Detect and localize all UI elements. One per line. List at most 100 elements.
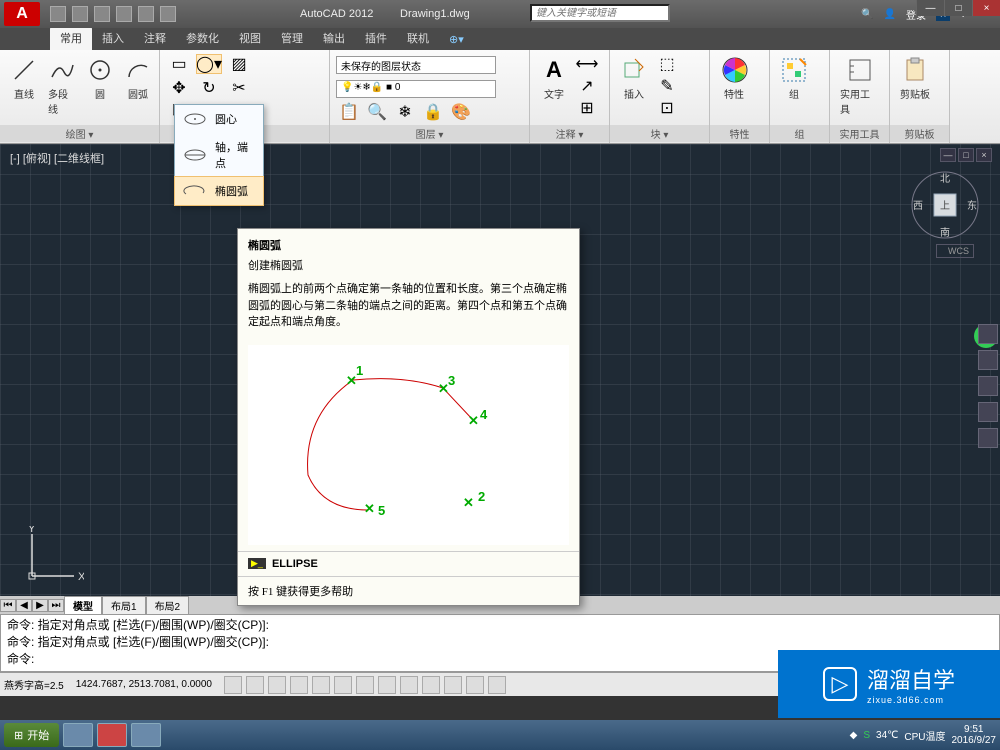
layer-match-icon[interactable]: 🎨 — [448, 102, 474, 122]
dyn-toggle[interactable] — [400, 676, 418, 694]
tab-output[interactable]: 输出 — [313, 26, 355, 50]
utilities-button[interactable]: 实用工具 — [836, 54, 883, 118]
layout-first-icon[interactable]: ⏮ — [0, 599, 16, 612]
tray-icon-2[interactable]: S — [863, 730, 870, 741]
vp-close-icon[interactable]: × — [976, 148, 992, 162]
layer-freeze-icon[interactable]: ❄ — [392, 102, 418, 122]
properties-button[interactable]: 特性 — [716, 54, 752, 103]
infocenter-icon[interactable]: 🔍 — [861, 9, 873, 20]
circle-button[interactable]: 圆 — [82, 54, 118, 103]
osnap-toggle[interactable] — [312, 676, 330, 694]
tab-annotate[interactable]: 注释 — [134, 26, 176, 50]
nav-zoom-icon[interactable] — [978, 376, 998, 396]
svg-text:4: 4 — [480, 407, 488, 422]
text-button[interactable]: A 文字 — [536, 54, 572, 103]
qat-new-icon[interactable] — [50, 6, 66, 22]
tab-view[interactable]: 视图 — [229, 26, 271, 50]
dropdown-item-axis[interactable]: 轴，端点 — [175, 133, 263, 177]
vp-minimize-icon[interactable]: — — [940, 148, 956, 162]
nav-pan-icon[interactable] — [978, 350, 998, 370]
move-icon[interactable]: ✥ — [166, 78, 192, 98]
task-autocad[interactable] — [97, 723, 127, 747]
table-icon[interactable]: ⊞ — [574, 98, 600, 118]
layer-prop-icon[interactable]: 📋 — [336, 102, 362, 122]
group-button[interactable]: 组 — [776, 54, 812, 103]
layer-lock-icon[interactable]: 🔒 — [420, 102, 446, 122]
edit-block-icon[interactable]: ✎ — [654, 76, 680, 96]
close-button[interactable]: × — [972, 0, 1000, 16]
ribbon-group-clipboard: 剪贴板 剪贴板 — [890, 50, 950, 143]
qat-save-icon[interactable] — [94, 6, 110, 22]
layout-tab-model[interactable]: 模型 — [64, 596, 102, 615]
rotate-icon[interactable]: ↻ — [196, 78, 222, 98]
layout-prev-icon[interactable]: ◀ — [16, 599, 32, 612]
tab-manage[interactable]: 管理 — [271, 26, 313, 50]
qat-print-icon[interactable] — [160, 6, 176, 22]
dropdown-item-center[interactable]: 圆心 — [175, 105, 263, 133]
nav-wheel-icon[interactable] — [978, 324, 998, 344]
layout-last-icon[interactable]: ⏭ — [48, 599, 64, 612]
3dosnap-toggle[interactable] — [334, 676, 352, 694]
dim-linear-icon[interactable]: ⟷ — [574, 54, 600, 74]
group-title-layer[interactable]: 图层 ▾ — [330, 125, 529, 142]
lwt-toggle[interactable] — [422, 676, 440, 694]
polyline-button[interactable]: 多段线 — [44, 54, 80, 118]
sc-toggle[interactable] — [488, 676, 506, 694]
line-button[interactable]: 直线 — [6, 54, 42, 103]
task-explorer[interactable] — [63, 723, 93, 747]
tab-plugins[interactable]: 插件 — [355, 26, 397, 50]
hatch-icon[interactable]: ▨ — [226, 54, 252, 74]
dropdown-item-arc[interactable]: 椭圆弧 — [174, 176, 264, 206]
polar-toggle[interactable] — [290, 676, 308, 694]
insert-button[interactable]: 插入 — [616, 54, 652, 103]
viewport-controls: — □ × — [940, 148, 992, 162]
layer-state-combo[interactable]: 未保存的图层状态 — [336, 56, 496, 74]
otrack-toggle[interactable] — [356, 676, 374, 694]
vp-maximize-icon[interactable]: □ — [958, 148, 974, 162]
tab-insert[interactable]: 插入 — [92, 26, 134, 50]
tab-home[interactable]: 常用 — [50, 26, 92, 50]
wcs-label[interactable]: WCS — [936, 244, 974, 258]
tab-parametric[interactable]: 参数化 — [176, 26, 229, 50]
tray-icon-1[interactable]: ◆ — [850, 730, 858, 741]
current-layer-combo[interactable]: 💡☀❄🔒 ■ 0 — [336, 80, 496, 98]
ellipse-arc-icon — [183, 183, 207, 199]
viewport-label[interactable]: [-] [俯视] [二维线框] — [10, 150, 104, 166]
qat-redo-icon[interactable] — [138, 6, 154, 22]
arc-button[interactable]: 圆弧 — [120, 54, 156, 103]
attr-block-icon[interactable]: ⊡ — [654, 98, 680, 118]
qp-toggle[interactable] — [466, 676, 484, 694]
layer-iso-icon[interactable]: 🔍 — [364, 102, 390, 122]
ellipse-dropdown-button[interactable]: ◯▾ — [196, 54, 222, 74]
grid-toggle[interactable] — [246, 676, 264, 694]
task-paint[interactable] — [131, 723, 161, 747]
layout-tab-1[interactable]: 布局1 — [102, 596, 146, 615]
group-title-draw[interactable]: 绘图 ▾ — [0, 125, 159, 142]
layout-tab-2[interactable]: 布局2 — [146, 596, 190, 615]
minimize-button[interactable]: — — [916, 0, 944, 16]
group-title-block[interactable]: 块 ▾ — [610, 125, 709, 142]
create-block-icon[interactable]: ⬚ — [654, 54, 680, 74]
start-button[interactable]: ⊞ 开始 — [4, 723, 59, 747]
snap-toggle[interactable] — [224, 676, 242, 694]
qat-undo-icon[interactable] — [116, 6, 132, 22]
nav-showmotion-icon[interactable] — [978, 428, 998, 448]
view-cube[interactable]: 北 南 东 西 上 WCS — [910, 170, 980, 240]
clipboard-button[interactable]: 剪贴板 — [896, 54, 934, 103]
trim-icon[interactable]: ✂ — [226, 78, 252, 98]
maximize-button[interactable]: □ — [944, 0, 972, 16]
ducs-toggle[interactable] — [378, 676, 396, 694]
rect-icon[interactable]: ▭ — [166, 54, 192, 74]
tpy-toggle[interactable] — [444, 676, 462, 694]
nav-orbit-icon[interactable] — [978, 402, 998, 422]
layout-next-icon[interactable]: ▶ — [32, 599, 48, 612]
search-input[interactable] — [530, 4, 670, 22]
tab-online[interactable]: 联机 — [397, 26, 439, 50]
group-title-annotate[interactable]: 注释 ▾ — [530, 125, 609, 142]
qat-open-icon[interactable] — [72, 6, 88, 22]
leader-icon[interactable]: ↗ — [574, 76, 600, 96]
tab-expand-icon[interactable]: ⊕▾ — [439, 29, 474, 50]
user-icon[interactable]: 👤 — [884, 9, 896, 20]
app-logo[interactable]: A — [4, 2, 40, 26]
ortho-toggle[interactable] — [268, 676, 286, 694]
